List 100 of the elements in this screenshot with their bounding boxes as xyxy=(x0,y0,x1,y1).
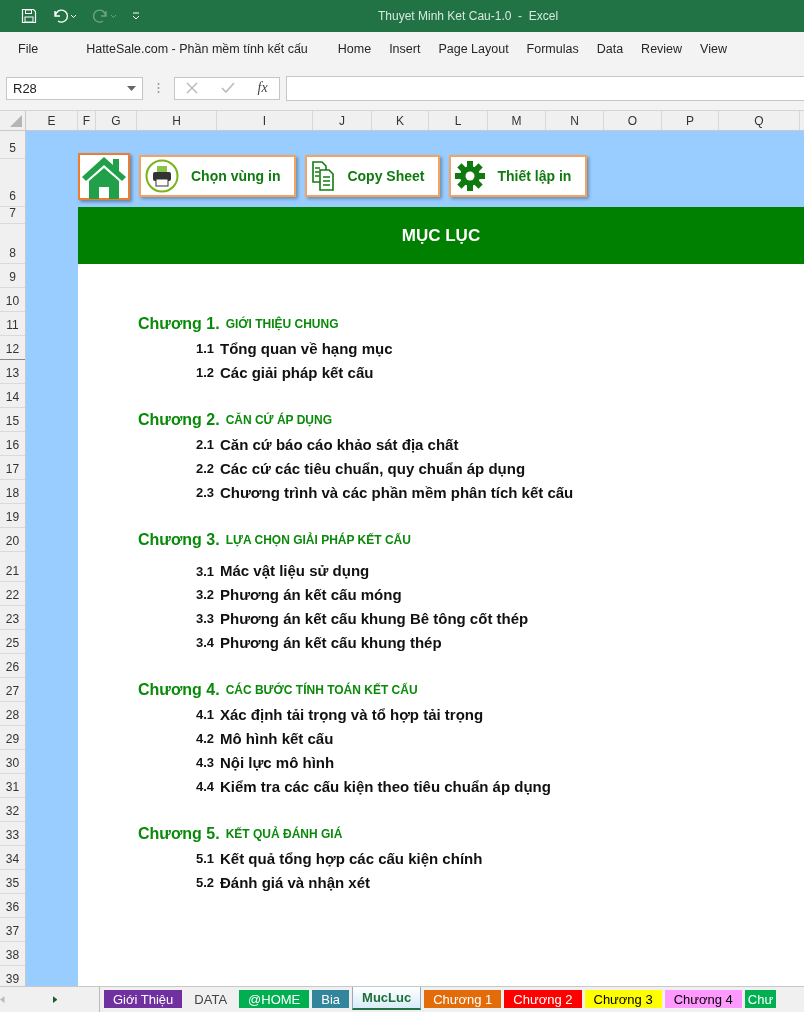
ribbon-tab[interactable]: Home xyxy=(329,38,380,60)
section-title[interactable]: Đánh giá và nhận xét xyxy=(220,873,371,891)
row-header[interactable]: 28 xyxy=(0,702,25,726)
row-header[interactable]: 19 xyxy=(0,504,25,528)
section-number[interactable]: 4.4 xyxy=(138,778,214,794)
row-header[interactable]: 25 xyxy=(0,630,25,654)
section-number[interactable]: 5.1 xyxy=(138,850,214,866)
customize-icon[interactable] xyxy=(131,11,141,21)
column-header[interactable]: P xyxy=(662,111,719,130)
row-header[interactable]: 20 xyxy=(0,528,25,552)
section-number[interactable]: 2.3 xyxy=(138,484,214,500)
chapter-number[interactable]: Chương 4. xyxy=(138,681,220,699)
row-header[interactable]: 13 xyxy=(0,360,25,384)
section-title[interactable]: Mác vật liệu sử dụng xyxy=(220,562,370,579)
section-number[interactable]: 4.1 xyxy=(138,706,214,722)
section-title[interactable]: Căn cứ báo cáo khảo sát địa chất xyxy=(220,435,459,453)
row-header[interactable]: 30 xyxy=(0,750,25,774)
section-title[interactable]: Các cứ các tiêu chuẩn, quy chuẩn áp dụng xyxy=(220,459,526,477)
chapter-title[interactable]: KẾT QUẢ ĐÁNH GIÁ xyxy=(225,827,343,841)
row-header[interactable]: 14 xyxy=(0,384,25,408)
section-number[interactable]: 3.4 xyxy=(138,634,214,650)
cancel-icon[interactable] xyxy=(186,82,199,94)
section-number[interactable]: 2.1 xyxy=(138,436,214,452)
section-number[interactable]: 1.1 xyxy=(138,340,214,356)
section-number[interactable]: 4.2 xyxy=(138,730,214,746)
section-number[interactable]: 4.3 xyxy=(138,754,214,770)
chapter-title[interactable]: GIỚI THIỆU CHUNG xyxy=(225,317,339,331)
row-header[interactable]: 18 xyxy=(0,480,25,504)
chapter-number[interactable]: Chương 3. xyxy=(138,531,220,549)
insert-function-button[interactable]: fx xyxy=(257,80,268,96)
print-area-button[interactable]: Chọn vùng in xyxy=(139,155,297,197)
section-number[interactable]: 5.2 xyxy=(138,874,214,890)
sheet-tab[interactable]: Chương 4 xyxy=(664,990,742,1008)
column-header[interactable]: K xyxy=(372,111,429,130)
column-header[interactable]: Q xyxy=(719,111,800,130)
section-number[interactable]: 3.1 xyxy=(138,564,214,579)
column-header[interactable]: O xyxy=(604,111,662,130)
next-sheet-icon[interactable] xyxy=(52,995,57,1004)
ribbon-tab[interactable]: View xyxy=(692,38,735,60)
chapter-title[interactable]: LỰA CHỌN GIẢI PHÁP KẾT CẤU xyxy=(225,533,411,547)
section-number[interactable]: 3.2 xyxy=(138,586,214,602)
column-header[interactable]: I xyxy=(217,111,313,130)
section-number[interactable]: 2.2 xyxy=(138,460,214,476)
enter-icon[interactable] xyxy=(220,82,235,94)
ribbon-tab[interactable]: Insert xyxy=(381,38,429,60)
row-header[interactable]: 9 xyxy=(0,264,25,288)
section-title[interactable]: Phương án kết cấu móng xyxy=(220,585,402,603)
section-title[interactable]: Tổng quan về hạng mục xyxy=(220,339,393,357)
section-title[interactable]: Phương án kết cấu khung Bê tông cốt thép xyxy=(220,609,529,627)
section-number[interactable]: 1.2 xyxy=(138,364,214,380)
chapter-number[interactable]: Chương 5. xyxy=(138,825,220,843)
row-header[interactable]: 11 xyxy=(0,312,25,336)
name-box[interactable]: R28 xyxy=(6,76,143,100)
home-button[interactable] xyxy=(78,153,130,200)
column-header[interactable]: J xyxy=(313,111,372,130)
redo-icon[interactable] xyxy=(91,8,117,24)
row-header[interactable]: 7 xyxy=(0,207,25,224)
sheet-tab[interactable]: MucLuc xyxy=(352,987,422,1010)
row-header[interactable]: 23 xyxy=(0,606,25,630)
column-header[interactable]: F xyxy=(78,111,96,130)
ribbon-tab[interactable]: HatteSale.com - Phần mềm tính kết cấu xyxy=(78,38,316,60)
row-header[interactable]: 33 xyxy=(0,822,25,846)
row-header[interactable]: 31 xyxy=(0,774,25,798)
chapter-number[interactable]: Chương 1. xyxy=(138,315,220,333)
row-header[interactable]: 5 xyxy=(0,131,25,159)
section-title[interactable]: Nội lực mô hình xyxy=(220,753,335,771)
row-header[interactable]: 12 xyxy=(0,336,25,360)
select-all-icon[interactable] xyxy=(10,115,22,127)
column-header[interactable]: H xyxy=(137,111,217,130)
section-number[interactable]: 3.3 xyxy=(138,610,214,626)
section-title[interactable]: Xác định tải trọng và tổ hợp tải trọng xyxy=(220,705,484,723)
row-header[interactable]: 26 xyxy=(0,654,25,678)
sheet-tab[interactable]: Chương 2 xyxy=(504,990,582,1008)
ribbon-tab[interactable]: Page Layout xyxy=(430,38,517,60)
sheet-tab[interactable]: Chương 3 xyxy=(584,990,662,1008)
row-header[interactable]: 36 xyxy=(0,894,25,918)
section-title[interactable]: Kết quả tổng hợp các cấu kiện chính xyxy=(220,849,483,867)
row-header[interactable]: 32 xyxy=(0,798,25,822)
row-header[interactable]: 27 xyxy=(0,678,25,702)
chapter-number[interactable]: Chương 2. xyxy=(138,411,220,429)
ribbon-tab[interactable]: Review xyxy=(633,38,691,60)
section-title[interactable]: Mô hình kết cấu xyxy=(220,729,334,747)
row-header[interactable]: 35 xyxy=(0,870,25,894)
previous-sheet-icon[interactable] xyxy=(0,995,5,1004)
row-header[interactable]: 16 xyxy=(0,432,25,456)
section-title[interactable]: Các giải pháp kết cấu xyxy=(220,363,374,381)
section-title[interactable]: Phương án kết cấu khung thép xyxy=(220,633,442,651)
undo-icon[interactable] xyxy=(51,8,77,24)
ribbon-tab[interactable]: File xyxy=(10,38,47,60)
column-header[interactable]: N xyxy=(546,111,604,130)
section-title[interactable]: Chương trình và các phần mềm phân tích kết cấu xyxy=(220,483,574,501)
row-header[interactable]: 17 xyxy=(0,456,25,480)
chapter-title[interactable]: CÁC BƯỚC TÍNH TOÁN KẾT CẤU xyxy=(225,683,418,697)
row-header[interactable]: 6 xyxy=(0,159,25,207)
ribbon-tab[interactable]: Data xyxy=(588,38,632,60)
row-header[interactable]: 15 xyxy=(0,408,25,432)
row-header[interactable]: 22 xyxy=(0,582,25,606)
column-header[interactable]: L xyxy=(429,111,488,130)
row-header[interactable]: 29 xyxy=(0,726,25,750)
chapter-title[interactable]: CĂN CỨ ÁP DỤNG xyxy=(225,413,333,427)
